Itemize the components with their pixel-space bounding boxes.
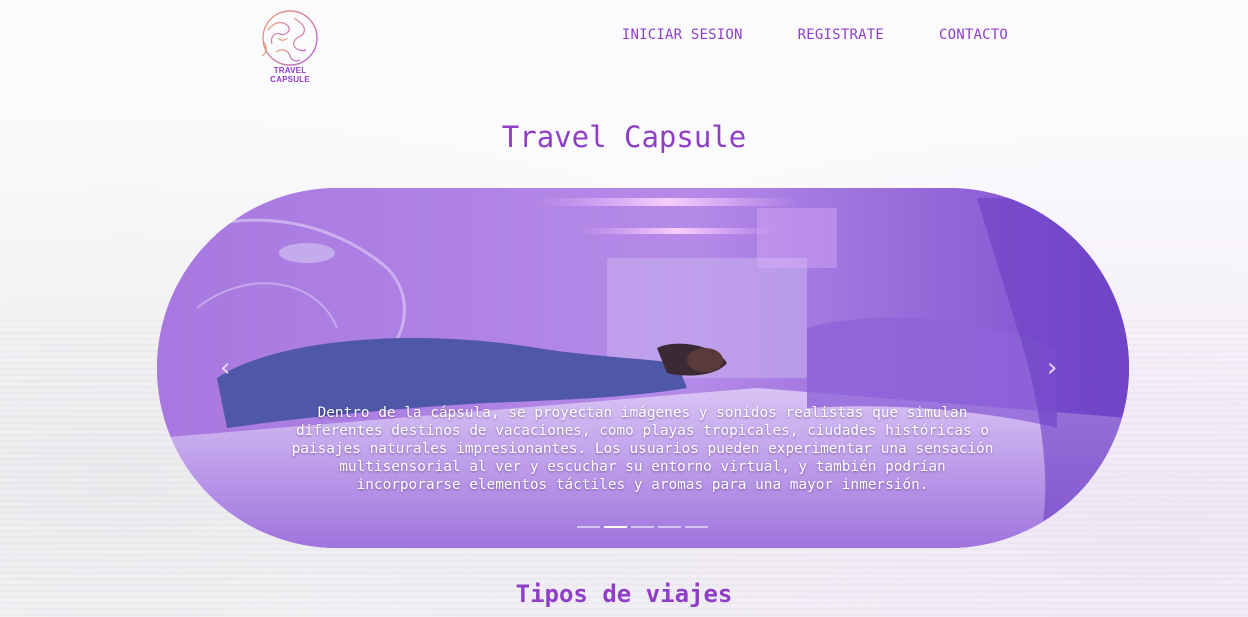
nav-contacto[interactable]: CONTACTO (939, 27, 1008, 43)
site-header: TRAVEL CAPSULE INICIAR SESION REGISTRATE… (0, 0, 1248, 90)
nav-registrate[interactable]: REGISTRATE (798, 27, 884, 43)
carousel-indicator-5[interactable] (685, 526, 708, 528)
carousel-prev-button[interactable]: ‹ (220, 355, 230, 381)
section-title-tipos-de-viajes: Tipos de viajes (515, 580, 733, 608)
logo-link[interactable]: TRAVEL CAPSULE (254, 8, 326, 84)
page-title: Travel Capsule (501, 120, 747, 154)
chevron-right-icon: › (1047, 353, 1058, 383)
chevron-left-icon: ‹ (220, 353, 231, 383)
carousel-caption: Dentro de la cápsula, se proyectan imáge… (291, 405, 994, 493)
carousel-next-button[interactable]: › (1047, 355, 1057, 381)
nav-iniciar-sesion[interactable]: INICIAR SESION (622, 27, 743, 43)
carousel-slide-image (157, 188, 1129, 548)
image-carousel[interactable] (157, 188, 1129, 548)
carousel-indicator-3[interactable] (631, 526, 654, 528)
carousel-indicator-2[interactable] (604, 526, 627, 528)
page: TRAVEL CAPSULE INICIAR SESION REGISTRATE… (0, 0, 1248, 617)
carousel-indicator-1[interactable] (577, 526, 600, 528)
carousel-indicator-4[interactable] (658, 526, 681, 528)
logo-text: TRAVEL CAPSULE (270, 66, 310, 84)
globe-logo-icon (261, 10, 318, 66)
main-nav: INICIAR SESION REGISTRATE CONTACTO (622, 27, 1008, 43)
carousel-indicators (577, 526, 708, 528)
